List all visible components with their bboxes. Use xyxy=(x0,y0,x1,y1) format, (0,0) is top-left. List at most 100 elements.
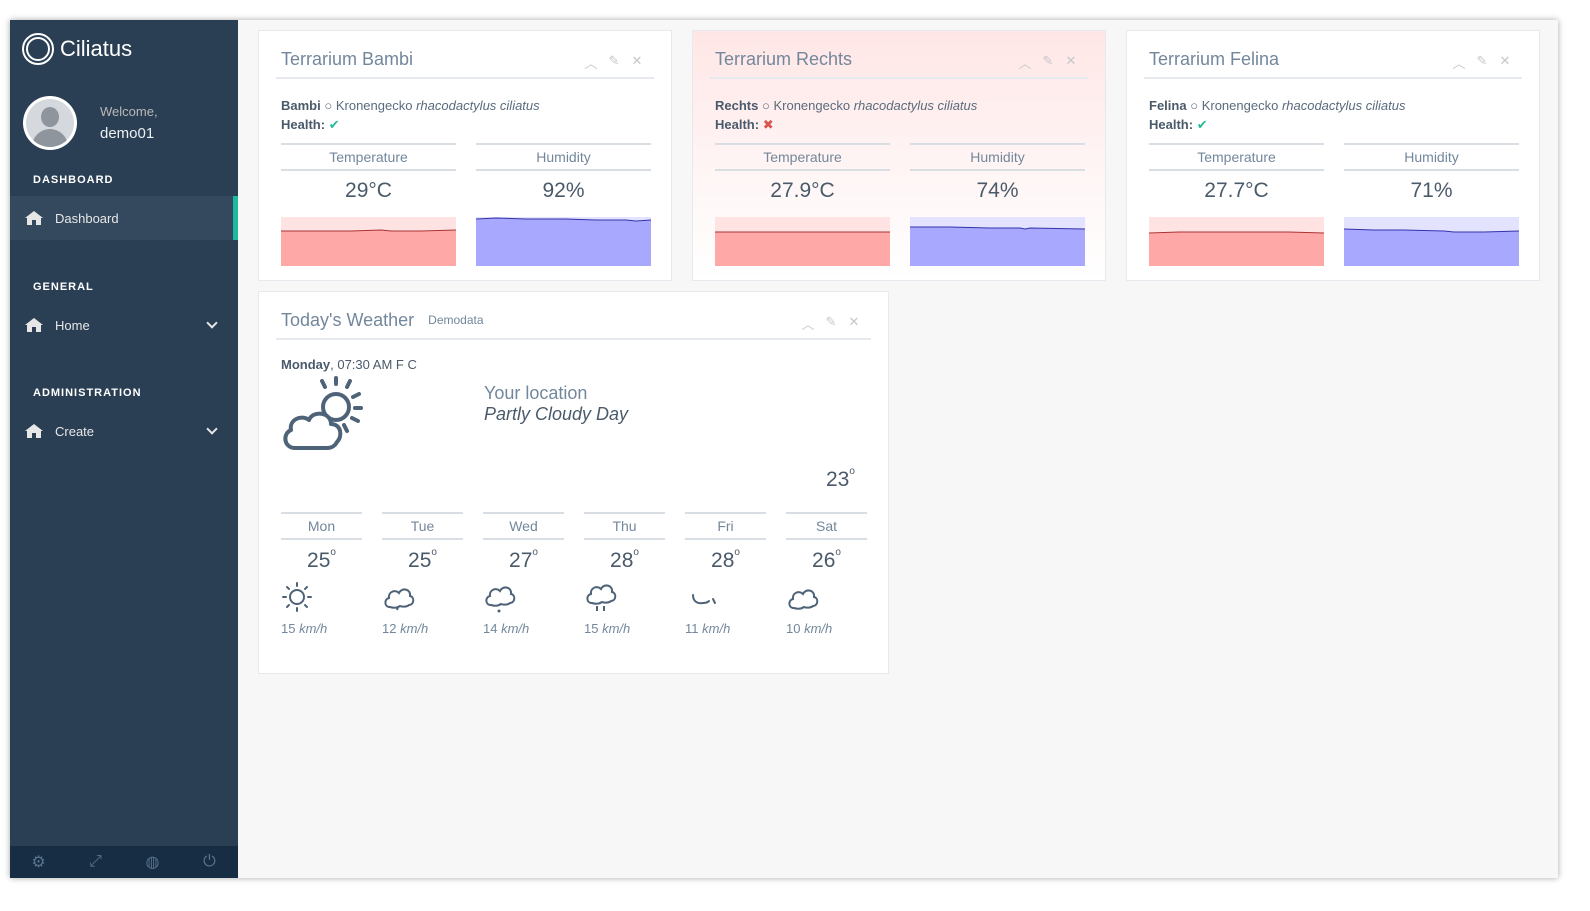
home-icon xyxy=(25,211,43,225)
forecast-day: Thu 28o 15 km/h xyxy=(584,512,665,636)
cloud-drizzle-icon xyxy=(485,586,516,613)
sidebar: Ciliatus Welcome, demo01 DASHBOARD Dashb… xyxy=(10,20,238,878)
eye-slash-icon[interactable]: ◍ xyxy=(124,846,181,878)
collapse-icon[interactable]: ︿ xyxy=(801,314,815,333)
humidity-sparkline xyxy=(910,217,1085,266)
forecast-day-name: Thu xyxy=(584,512,665,540)
brand-name: Ciliatus xyxy=(60,36,133,61)
humidity-value: 71% xyxy=(1410,179,1453,202)
cross-icon: ✖ xyxy=(762,117,774,132)
wrench-icon[interactable]: ✎ xyxy=(1041,53,1055,72)
forecast-day: Mon 25o 15 km/h xyxy=(281,512,362,636)
health-label: Health: xyxy=(715,117,760,132)
close-icon[interactable]: ✕ xyxy=(1498,53,1512,72)
close-icon[interactable]: ✕ xyxy=(1064,53,1078,72)
weather-condition: Partly Cloudy Day xyxy=(484,404,629,424)
forecast-wind: 14 km/h xyxy=(483,621,530,636)
check-icon: ✔ xyxy=(1196,117,1208,132)
moon-icon xyxy=(692,594,716,605)
forecast-day-name: Tue xyxy=(382,512,463,540)
collapse-icon[interactable]: ︿ xyxy=(1452,53,1466,72)
power-icon[interactable]: ⏻ xyxy=(181,846,238,878)
logo-icon xyxy=(22,33,54,65)
forecast-temp: 28o xyxy=(610,547,639,572)
humidity-sparkline xyxy=(476,217,651,266)
wrench-icon[interactable]: ✎ xyxy=(824,314,838,333)
weather-panel: Today's Weather Demodata ︿ ✎ ✕ Monday, 0… xyxy=(258,291,889,674)
avatar[interactable] xyxy=(23,96,77,150)
forecast-temp: 25o xyxy=(408,547,437,572)
terrarium-panel: Terrarium Rechts ︿ ✎ ✕ Rechts ○ Kronenge… xyxy=(692,30,1106,281)
health-label: Health: xyxy=(1149,117,1194,132)
temperature-value: 29°C xyxy=(345,179,392,202)
chevron-down-icon xyxy=(206,423,218,435)
wrench-icon[interactable]: ✎ xyxy=(607,53,621,72)
forecast-list: Mon 25o 15 km/h Tue 25o 12 km/h Wed 27o … xyxy=(281,512,867,636)
forecast-day: Wed 27o 14 km/h xyxy=(483,512,564,636)
fullscreen-icon[interactable]: ⤢ xyxy=(67,846,124,878)
animal-name[interactable]: Bambi xyxy=(281,98,321,113)
welcome-text: Welcome, xyxy=(100,104,158,119)
temperature-label: Temperature xyxy=(281,143,456,171)
forecast-day: Sat 26o 10 km/h xyxy=(786,512,867,636)
close-icon[interactable]: ✕ xyxy=(630,53,644,72)
collapse-icon[interactable]: ︿ xyxy=(584,53,598,72)
species-latin: rhacodactylus ciliatus xyxy=(853,98,978,113)
humidity-label: Humidity xyxy=(476,143,651,171)
panel-title: Terrarium Bambi xyxy=(281,48,414,69)
forecast-temp: 25o xyxy=(307,547,336,572)
animal-name[interactable]: Felina xyxy=(1149,98,1187,113)
cloud-icon xyxy=(384,588,415,611)
forecast-wind: 15 km/h xyxy=(584,621,631,636)
humidity-sparkline xyxy=(1344,217,1519,266)
temperature-sparkline xyxy=(281,217,456,266)
forecast-day-name: Sat xyxy=(786,512,867,540)
humidity-label: Humidity xyxy=(1344,143,1519,171)
panel-title: Terrarium Felina xyxy=(1149,48,1280,69)
sidebar-item-create[interactable]: Create xyxy=(10,409,238,453)
forecast-wind: 12 km/h xyxy=(382,621,429,636)
forecast-day-name: Wed xyxy=(483,512,564,540)
species-common: Kronengecko xyxy=(335,98,413,113)
circle-icon: ○ xyxy=(324,98,333,113)
partly-cloudy-icon xyxy=(283,376,363,450)
temperature-value: 27.7°C xyxy=(1204,179,1269,202)
cloud-rain-icon xyxy=(586,584,617,611)
forecast-wind: 11 km/h xyxy=(685,621,731,636)
wrench-icon[interactable]: ✎ xyxy=(1475,53,1489,72)
section-title-dashboard: DASHBOARD xyxy=(33,174,114,186)
sidebar-item-home[interactable]: Home xyxy=(10,303,238,347)
panel-title: Today's Weather xyxy=(281,309,415,330)
humidity-value: 74% xyxy=(976,179,1019,202)
cloud-icon xyxy=(788,589,819,610)
location-label: Your location xyxy=(484,383,588,403)
close-icon[interactable]: ✕ xyxy=(847,314,861,333)
forecast-temp: 27o xyxy=(509,547,538,572)
app-window: Ciliatus Welcome, demo01 DASHBOARD Dashb… xyxy=(10,20,1558,878)
forecast-temp: 28o xyxy=(711,547,740,572)
sidebar-item-dashboard[interactable]: Dashboard xyxy=(10,196,238,240)
brand[interactable]: Ciliatus xyxy=(22,32,132,66)
panel-subtitle: Demodata xyxy=(428,313,484,327)
forecast-wind: 15 km/h xyxy=(281,621,328,636)
sidebar-item-label: Create xyxy=(55,423,95,439)
forecast-day-name: Mon xyxy=(281,512,362,540)
species-latin: rhacodactylus ciliatus xyxy=(416,98,540,113)
section-title-general: GENERAL xyxy=(33,281,94,293)
terrarium-panel: Terrarium Felina ︿ ✎ ✕ Felina ○ Kronenge… xyxy=(1126,30,1540,281)
panel-title: Terrarium Rechts xyxy=(715,48,853,69)
sidebar-item-label: Home xyxy=(55,317,90,333)
forecast-wind: 10 km/h xyxy=(786,621,833,636)
animal-name[interactable]: Rechts xyxy=(715,98,758,113)
sidebar-footer: ⚙ ⤢ ◍ ⏻ xyxy=(10,846,238,878)
forecast-temp: 26o xyxy=(812,547,841,572)
settings-icon[interactable]: ⚙ xyxy=(10,846,67,878)
user-icon xyxy=(26,99,74,147)
species-common: Kronengecko xyxy=(773,98,851,113)
temperature-label: Temperature xyxy=(1149,143,1324,171)
species-common: Kronengecko xyxy=(1201,98,1279,113)
forecast-day: Tue 25o 12 km/h xyxy=(382,512,463,636)
temperature-sparkline xyxy=(715,217,890,266)
collapse-icon[interactable]: ︿ xyxy=(1018,53,1032,72)
health-label: Health: xyxy=(281,117,326,132)
